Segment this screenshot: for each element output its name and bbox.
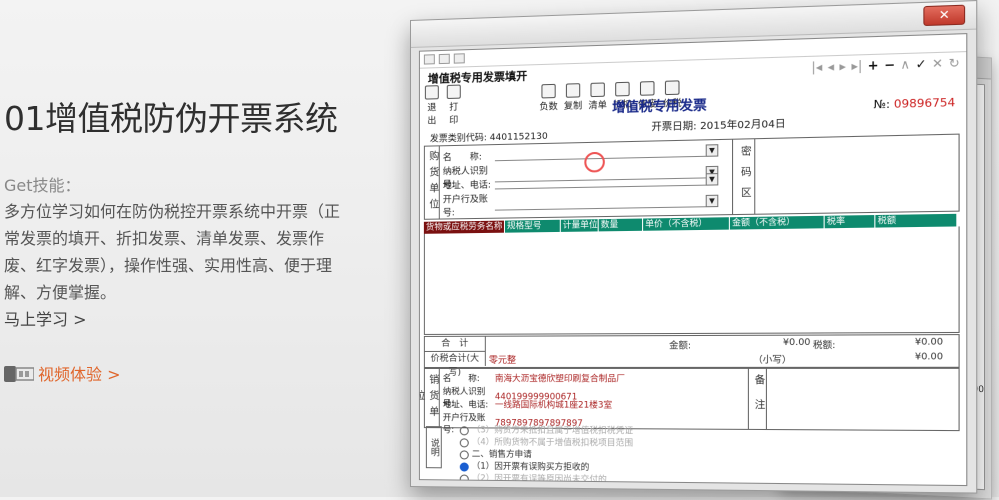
seller-address-row: 地址、电话: 一线路国际机构城1座21楼3室 — [443, 398, 612, 411]
reason-option[interactable]: （2）因开票有误等原因尚未交付的 — [460, 473, 633, 487]
column-header[interactable]: 单价（不含税） — [643, 217, 730, 231]
buyer-address-input[interactable]: ▼ — [495, 174, 706, 189]
radio-icon — [460, 450, 469, 459]
column-header[interactable]: 规格型号 — [505, 220, 561, 233]
tax-label: 税额: — [813, 338, 836, 352]
remove-row-icon[interactable]: − — [884, 57, 895, 72]
totals-section: 合 计 价税合计(大写) 零元整 金额: ¥0.00 税额: ¥0.00 （小写… — [424, 334, 960, 368]
remark-label: 备注 — [748, 369, 767, 429]
invoice-form: 增值税专用发票填开 退出 打印 负数 复制 清单 折扣 作废 价税 |◂ ◂ ▸… — [419, 33, 967, 486]
total-big-value: 零元整 — [489, 353, 516, 366]
film-icon — [4, 362, 34, 384]
confirm-icon[interactable]: ✓ — [915, 56, 926, 71]
negative-button[interactable]: 负数 — [538, 84, 558, 113]
chevron-down-icon[interactable]: ▼ — [706, 144, 719, 157]
invoice-title: 增值税专用发票 — [612, 94, 707, 116]
seller-label: 销货单位 — [425, 369, 440, 427]
print-button[interactable]: 打印 — [446, 85, 462, 127]
video-link-label: 视频体验 > — [38, 361, 121, 385]
void-icon — [640, 81, 655, 96]
total-label: 价税合计(大写) — [425, 352, 486, 366]
close-button[interactable]: ✕ — [923, 5, 965, 26]
reason-option[interactable]: （3）购货方未抵扣且属于增值税扣税凭证 — [460, 424, 633, 437]
skill-description: 多方位学习如何在防伪税控开票系统中开票（正常发票的填开、折扣发票、清单发票、发票… — [4, 198, 354, 306]
refresh-icon[interactable]: ↻ — [949, 55, 960, 70]
list-button[interactable]: 清单 — [587, 82, 608, 111]
password-area-label: 密码区 — [732, 139, 755, 214]
system-icon[interactable] — [424, 54, 435, 64]
invoice-code: 发票类别代码: 4401152130 — [430, 129, 548, 145]
column-header[interactable]: 税额 — [875, 214, 957, 228]
small-value: ¥0.00 — [915, 352, 943, 363]
up-icon[interactable]: ∧ — [900, 57, 910, 72]
amount-value: ¥0.00 — [783, 338, 811, 348]
void-reason-options: （3）购货方未抵扣且属于增值税扣税凭证 （4）所购货物不属于增值税扣税项目范围 … — [460, 424, 633, 486]
left-toolbar: 退出 打印 — [424, 85, 462, 127]
seller-address-value[interactable]: 一线路国际机构城1座21楼3室 — [495, 398, 612, 411]
buyer-section: 购货单位 名 称: ▼ 纳税人识别号: ▼ 地址、电话: ▼ 开户行及账号: ▼… — [424, 134, 960, 220]
column-header[interactable]: 数量 — [599, 219, 643, 232]
radio-icon — [460, 438, 469, 447]
buyer-bank-row: 开户行及账号: ▼ — [443, 188, 706, 219]
tax-icon — [665, 80, 680, 95]
system-icon[interactable] — [439, 54, 450, 64]
print-icon — [447, 85, 461, 99]
radio-icon — [460, 474, 469, 483]
prev-record-icon[interactable]: ◂ — [828, 59, 834, 74]
last-record-icon[interactable]: ▸| — [851, 58, 862, 73]
copy-icon — [566, 83, 580, 98]
negative-icon — [541, 84, 555, 99]
chevron-down-icon[interactable]: ▼ — [706, 194, 719, 207]
item-table-body[interactable] — [424, 226, 960, 335]
buyer-bank-input[interactable]: ▼ — [495, 195, 706, 210]
buyer-label: 购货单位 — [425, 146, 440, 218]
column-header[interactable]: 税率 — [825, 215, 876, 228]
column-header[interactable]: 计量单位 — [561, 219, 599, 232]
first-record-icon[interactable]: |◂ — [811, 60, 822, 75]
add-row-icon[interactable]: + — [868, 58, 879, 73]
seller-name-value[interactable]: 南海大沥宝德欣塑印刷复合制品厂 — [495, 372, 625, 384]
list-icon — [590, 82, 604, 97]
invoice-window: ✕ 增值税专用发票填开 退出 打印 负数 复制 清单 折扣 作废 价税 |◂ ◂… — [410, 0, 977, 494]
copy-button[interactable]: 复制 — [563, 83, 583, 112]
sum-label: 合 计 — [425, 337, 486, 352]
invoice-number: №: 09896754 — [874, 96, 956, 112]
page-title: 01增值税防伪开票系统 — [4, 92, 338, 140]
tax-value: ¥0.00 — [915, 337, 943, 348]
promo-panel: 01增值税防伪开票系统 Get技能： 多方位学习如何在防伪税控开票系统中开票（正… — [4, 0, 414, 497]
notes-label: 说明 — [426, 426, 442, 468]
exit-icon — [425, 85, 439, 99]
seller-name-row: 名 称: 南海大沥宝德欣塑印刷复合制品厂 — [443, 372, 625, 384]
next-record-icon[interactable]: ▸ — [839, 59, 846, 74]
radio-icon — [460, 426, 469, 435]
column-header[interactable]: 货物或应税劳务名称 — [424, 221, 505, 234]
exit-button[interactable]: 退出 — [424, 85, 440, 127]
cancel-icon[interactable]: ✕ — [932, 56, 943, 71]
amount-label: 金额: — [669, 338, 691, 351]
skill-heading: Get技能： — [4, 172, 81, 196]
radio-selected-icon — [460, 462, 469, 471]
discount-icon — [615, 82, 629, 97]
seller-section: 销货单位 名 称: 南海大沥宝德欣塑印刷复合制品厂 纳税人识别号: 440199… — [424, 368, 960, 431]
video-link[interactable]: 视频体验 > — [4, 361, 121, 385]
system-icon[interactable] — [454, 53, 465, 63]
learn-now-link[interactable]: 马上学习 > — [4, 306, 87, 330]
small-label: （小写） — [753, 352, 791, 366]
chevron-down-icon[interactable]: ▼ — [706, 173, 719, 186]
invoice-date: 开票日期: 2015年02月04日 — [651, 115, 785, 134]
